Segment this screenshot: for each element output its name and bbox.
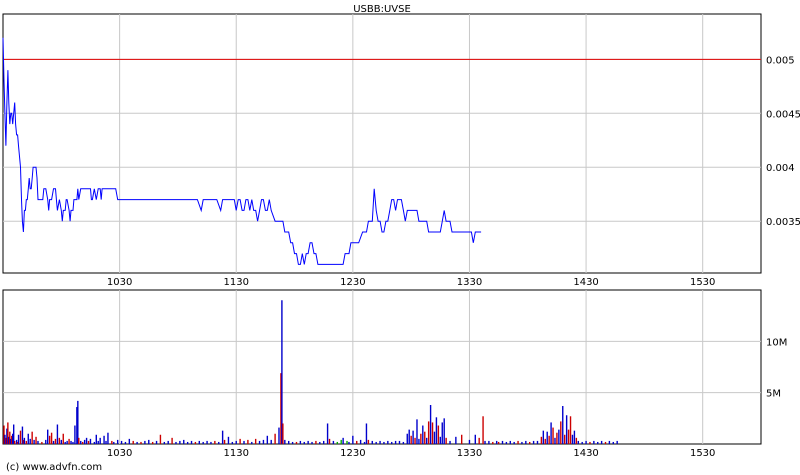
price-x-tick-labels: 1030 1130 1230 1330 1430 1530	[107, 277, 716, 288]
volume-x-tick-label: 1130	[224, 448, 249, 459]
price-panel: 0.00350.0040.00450.005 1030 1130 1230 1330 1…	[2, 4, 800, 288]
volume-x-tick-labels: 1030 1130 1230 1330 1430 1530	[107, 448, 716, 459]
price-y-tick-label: 0.005	[766, 55, 795, 66]
price-panel-frame	[2, 13, 762, 274]
volume-x-tick-label: 1530	[690, 448, 715, 459]
chart-canvas: 0.00350.0040.00450.005 1030 1130 1230 1330 1…	[2, 4, 800, 473]
volume-y-tick-labels: 5M 10M	[766, 337, 787, 399]
volume-x-tick-label: 1230	[340, 448, 365, 459]
volume-panel-frame	[2, 289, 762, 445]
price-x-tick-label: 1030	[107, 277, 132, 288]
price-x-tick-label: 1330	[457, 277, 482, 288]
price-x-tick-label: 1530	[690, 277, 715, 288]
price-y-tick-label: 0.004	[766, 163, 795, 174]
volume-y-tick-label: 10M	[766, 337, 787, 348]
price-x-tick-label: 1430	[573, 277, 598, 288]
price-y-tick-label: 0.0035	[766, 217, 800, 228]
chart-title: USBB:UVSE	[353, 4, 411, 15]
copyright-text: (c) www.advfn.com	[6, 462, 102, 473]
price-x-tick-label: 1230	[340, 277, 365, 288]
price-y-tick-label: 0.0045	[766, 109, 800, 120]
volume-panel: 5M 10M 1030 1130 1230 1330 1430 1530	[2, 289, 787, 459]
volume-y-tick-label: 5M	[766, 389, 781, 400]
volume-x-tick-label: 1330	[457, 448, 482, 459]
price-x-tick-label: 1130	[224, 277, 249, 288]
price-y-tick-labels: 0.0035 0.004 0.0045 0.005	[766, 55, 800, 228]
volume-x-tick-label: 1430	[573, 448, 598, 459]
volume-x-tick-label: 1030	[107, 448, 132, 459]
